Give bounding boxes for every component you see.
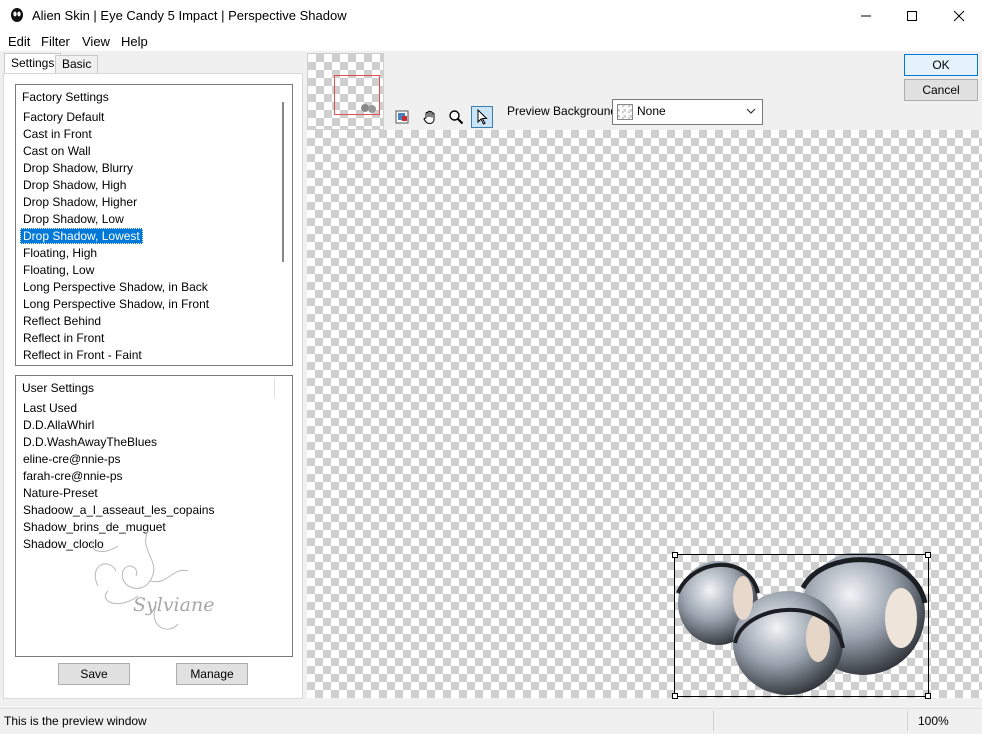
- svg-text:Sylviane: Sylviane: [133, 594, 214, 616]
- factory-preset-item[interactable]: Floating, High: [20, 245, 100, 261]
- status-divider: [907, 711, 908, 731]
- zoom-tool-icon: [449, 110, 464, 125]
- resize-handle[interactable]: [925, 693, 931, 699]
- resize-handle[interactable]: [925, 552, 931, 558]
- factory-settings-list[interactable]: Factory Settings Factory Default Cast in …: [15, 84, 293, 366]
- minimize-icon: [861, 15, 871, 17]
- user-preset-item[interactable]: Shadoow_a_l_asseaut_les_copains: [20, 502, 217, 518]
- cancel-button[interactable]: Cancel: [904, 79, 978, 101]
- resize-handle[interactable]: [672, 552, 678, 558]
- factory-settings-header: Factory Settings: [22, 90, 109, 104]
- preview-background-value: None: [637, 104, 666, 118]
- hand-tool-button[interactable]: [419, 106, 441, 128]
- navigator-tool-icon: [395, 110, 409, 124]
- factory-preset-item[interactable]: Reflect in Front - Faint: [20, 347, 145, 363]
- window-title: Alien Skin | Eye Candy 5 Impact | Perspe…: [32, 8, 347, 23]
- menu-filter[interactable]: Filter: [41, 34, 70, 49]
- factory-scrollbar[interactable]: [275, 86, 291, 364]
- factory-preset-item[interactable]: Factory Default: [20, 109, 107, 125]
- settings-tabs: Settings Basic: [4, 53, 300, 75]
- zoom-tool-button[interactable]: [445, 106, 467, 128]
- factory-preset-item[interactable]: Reflect in Front: [20, 330, 107, 346]
- factory-preset-item[interactable]: Drop Shadow, Low: [20, 211, 127, 227]
- factory-preset-item[interactable]: Reflect Behind: [20, 313, 104, 329]
- close-button[interactable]: [936, 0, 982, 32]
- navigator-tool-button[interactable]: [391, 106, 413, 128]
- select-tool-button[interactable]: [471, 106, 493, 128]
- user-preset-item[interactable]: D.D.AllaWhirl: [20, 417, 97, 433]
- menu-help[interactable]: Help: [121, 34, 148, 49]
- tab-basic[interactable]: Basic: [55, 55, 99, 74]
- status-divider: [713, 711, 714, 731]
- factory-preset-item[interactable]: Cast in Front: [20, 126, 95, 142]
- user-preset-item[interactable]: Nature-Preset: [20, 485, 101, 501]
- title-bar: Alien Skin | Eye Candy 5 Impact | Perspe…: [0, 0, 982, 32]
- resize-handle[interactable]: [672, 693, 678, 699]
- factory-preset-item[interactable]: Floating, Low: [20, 262, 97, 278]
- menu-edit[interactable]: Edit: [8, 34, 30, 49]
- maximize-icon: [907, 11, 917, 21]
- status-bar: This is the preview window 100%: [0, 708, 982, 734]
- close-icon: [953, 10, 965, 22]
- minimize-button[interactable]: [843, 0, 889, 32]
- selection-frame[interactable]: [672, 552, 931, 699]
- tab-settings[interactable]: Settings: [4, 53, 62, 75]
- scroll-thumb[interactable]: [282, 102, 284, 262]
- zoom-level: 100%: [918, 714, 949, 728]
- factory-preset-item[interactable]: Long Perspective Shadow, in Back: [20, 279, 211, 295]
- factory-preset-item[interactable]: Drop Shadow, High: [20, 177, 129, 193]
- app-icon: [11, 8, 23, 22]
- ok-button[interactable]: OK: [904, 54, 978, 76]
- factory-preset-item[interactable]: Cast on Wall: [20, 143, 94, 159]
- manage-button[interactable]: Manage: [176, 663, 248, 685]
- user-preset-item[interactable]: eline-cre@nnie-ps: [20, 451, 124, 467]
- user-preset-item[interactable]: D.D.WashAwayTheBlues: [20, 434, 160, 450]
- menu-bar: Edit Filter View Help: [0, 32, 982, 51]
- preview-background-select[interactable]: None: [612, 99, 763, 125]
- navigator-viewport-rect[interactable]: [334, 75, 380, 115]
- preview-background-label: Preview Background:: [507, 104, 621, 118]
- menu-view[interactable]: View: [82, 34, 110, 49]
- maximize-button[interactable]: [889, 0, 935, 32]
- header-divider: [274, 378, 275, 398]
- user-settings-list[interactable]: User Settings Last Used D.D.AllaWhirl D.D.…: [15, 375, 293, 657]
- save-button[interactable]: Save: [58, 663, 130, 685]
- factory-preset-item[interactable]: Drop Shadow, Lowest: [20, 228, 143, 244]
- factory-preset-item[interactable]: Long Perspective Shadow, in Front: [20, 296, 212, 312]
- user-preset-item[interactable]: farah-cre@nnie-ps: [20, 468, 126, 484]
- chevron-down-icon: [746, 108, 756, 114]
- background-swatch: [617, 104, 633, 120]
- user-settings-header: User Settings: [22, 381, 95, 395]
- hand-tool-icon: [423, 110, 435, 125]
- select-tool-icon: [477, 109, 488, 125]
- status-text: This is the preview window: [4, 714, 147, 728]
- factory-preset-item[interactable]: Drop Shadow, Higher: [20, 194, 140, 210]
- sylviane-watermark: Sylviane: [91, 530, 214, 630]
- factory-preset-item[interactable]: Drop Shadow, Blurry: [20, 160, 136, 176]
- user-preset-item[interactable]: Last Used: [20, 400, 80, 416]
